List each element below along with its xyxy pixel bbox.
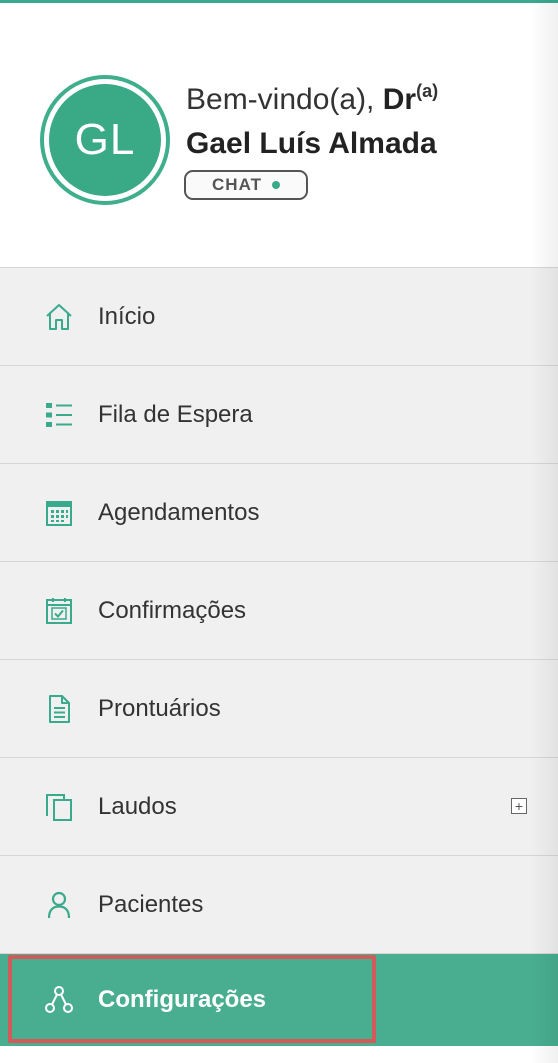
sidebar-item-configuracoes[interactable]: Configurações xyxy=(0,954,558,1046)
sidebar-menu: Início Fila de Espera Agendamentos Confi… xyxy=(0,267,558,1046)
chat-status-dot xyxy=(271,181,280,189)
network-icon xyxy=(44,985,74,1015)
doctor-name: Gael Luís Almada xyxy=(186,127,437,160)
sidebar-item-label: Agendamentos xyxy=(98,498,260,526)
avatar-initials: GL xyxy=(49,84,161,196)
sidebar-item-agendamentos[interactable]: Agendamentos xyxy=(0,464,558,562)
home-icon xyxy=(44,302,74,332)
calendar-check-icon xyxy=(44,596,74,626)
chat-button[interactable]: CHAT xyxy=(184,170,308,200)
doctor-title-suffix: (a) xyxy=(416,81,439,101)
sidebar-item-label: Prontuários xyxy=(98,694,221,722)
doctor-title: Dr xyxy=(382,83,417,116)
sidebar-item-label: Fila de Espera xyxy=(98,400,253,428)
chat-label: CHAT xyxy=(212,175,262,194)
user-icon xyxy=(44,890,74,920)
sidebar-item-label: Início xyxy=(98,302,156,330)
sidebar-item-label: Confirmações xyxy=(98,596,247,624)
list-icon xyxy=(44,400,74,430)
sidebar-item-prontuarios[interactable]: Prontuários xyxy=(0,660,558,758)
profile-header: GL Bem-vindo(a), Dr(a) Gael Luís Almada … xyxy=(0,3,558,267)
sidebar-item-inicio[interactable]: Início xyxy=(0,268,558,366)
document-icon xyxy=(44,694,74,724)
welcome-text: Bem-vindo(a), Dr(a) xyxy=(186,81,438,117)
sidebar-item-label: Pacientes xyxy=(98,890,204,918)
sidebar-item-laudos[interactable]: Laudos + xyxy=(0,758,558,856)
expand-icon[interactable]: + xyxy=(511,798,527,814)
sidebar-item-label: Laudos xyxy=(98,792,177,820)
copy-icon xyxy=(44,792,74,822)
sidebar-item-label: Configurações xyxy=(98,986,267,1013)
sidebar-item-confirmacoes[interactable]: Confirmações xyxy=(0,562,558,660)
sidebar-item-fila-de-espera[interactable]: Fila de Espera xyxy=(0,366,558,464)
calendar-icon xyxy=(44,498,74,528)
sidebar-item-pacientes[interactable]: Pacientes xyxy=(0,856,558,954)
welcome-label: Bem-vindo(a), xyxy=(186,83,375,116)
avatar[interactable]: GL xyxy=(40,75,170,205)
